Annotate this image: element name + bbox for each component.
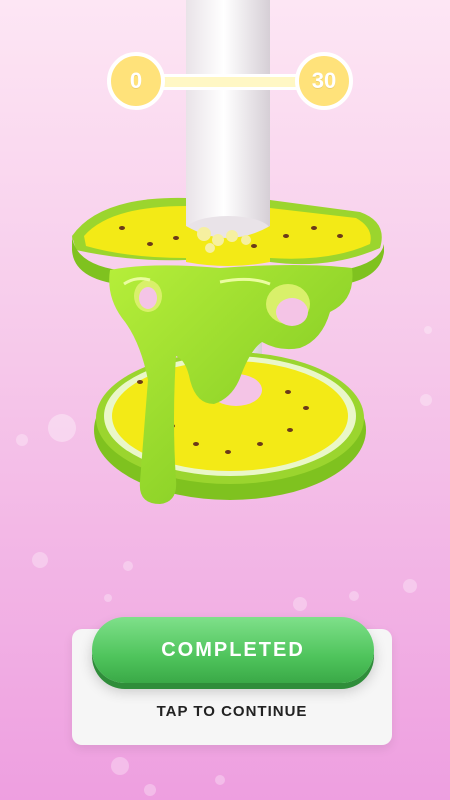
level-progress-bar: 0 30 bbox=[107, 52, 353, 112]
end-level-badge: 30 bbox=[295, 52, 353, 110]
start-level-badge: 0 bbox=[107, 52, 165, 110]
completed-button[interactable]: COMPLETED bbox=[92, 617, 374, 683]
tower-pole bbox=[186, 0, 270, 230]
tap-to-continue-text[interactable]: TAP TO CONTINUE bbox=[72, 703, 392, 720]
